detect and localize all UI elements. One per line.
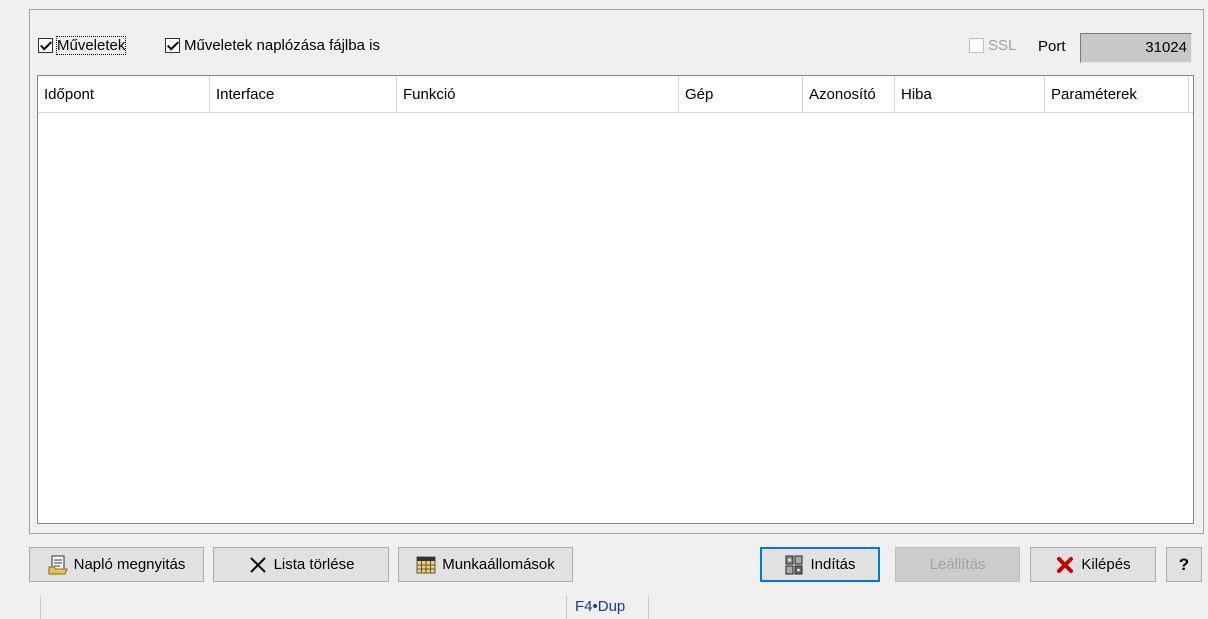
naplozas-checkbox-box[interactable]: [165, 38, 180, 53]
muveletek-checkbox-label[interactable]: Műveletek: [55, 36, 127, 55]
inditas-label: Indítás: [810, 556, 856, 573]
column-header-funkcio[interactable]: Funkció: [397, 76, 679, 112]
ssl-checkbox-label: SSL: [988, 37, 1017, 54]
naplo-megnyitas-label: Napló megnyitás: [73, 556, 186, 573]
ssl-checkbox: SSL: [969, 37, 1016, 54]
lista-torlese-button[interactable]: Lista törlése: [213, 547, 389, 582]
status-hotkey: F4•Dup: [575, 598, 626, 615]
ssl-checkbox-box: [969, 38, 984, 53]
column-header-hiba[interactable]: Hiba: [895, 76, 1045, 112]
column-header-azonosito[interactable]: Azonosító: [803, 76, 895, 112]
naplo-megnyitas-button[interactable]: Napló megnyitás: [29, 547, 204, 582]
leallitas-button: Leállítás: [895, 547, 1020, 582]
kilepes-label: Kilépés: [1081, 556, 1131, 573]
naplozas-checkbox-label[interactable]: Műveletek naplózása fájlba is: [184, 37, 380, 54]
column-header-gep[interactable]: Gép: [679, 76, 803, 112]
muveletek-checkbox[interactable]: Műveletek: [38, 36, 127, 55]
column-header-idopont[interactable]: Időpont: [38, 76, 210, 112]
column-header-interface[interactable]: Interface: [210, 76, 397, 112]
status-separator: [566, 596, 567, 619]
clear-x-icon: [248, 555, 268, 575]
status-separator: [40, 596, 41, 619]
operations-list[interactable]: Időpont Interface Funkció Gép Azonosító …: [37, 75, 1194, 524]
leallitas-label: Leállítás: [929, 556, 986, 573]
kilepes-button[interactable]: Kilépés: [1030, 547, 1156, 582]
port-label: Port: [1038, 38, 1066, 55]
calendar-grid-icon: [416, 555, 436, 575]
inditas-button[interactable]: Indítás: [760, 547, 880, 582]
munkaallomasok-label: Munkaállomások: [442, 556, 555, 573]
status-bar: F4•Dup: [0, 596, 1208, 619]
lista-torlese-label: Lista törlése: [273, 556, 355, 573]
port-field: 31024: [1080, 33, 1192, 63]
status-separator: [648, 596, 649, 619]
red-x-icon: [1055, 555, 1075, 575]
muveletek-checkbox-box[interactable]: [38, 38, 53, 53]
munkaallomasok-button[interactable]: Munkaállomások: [398, 547, 573, 582]
help-button[interactable]: ?: [1166, 547, 1202, 582]
start-server-icon: [784, 555, 804, 575]
open-log-icon: [48, 555, 68, 575]
list-header: Időpont Interface Funkció Gép Azonosító …: [38, 76, 1193, 113]
naplozas-checkbox[interactable]: Műveletek naplózása fájlba is: [165, 37, 380, 54]
column-header-parameterek[interactable]: Paraméterek: [1045, 76, 1189, 112]
